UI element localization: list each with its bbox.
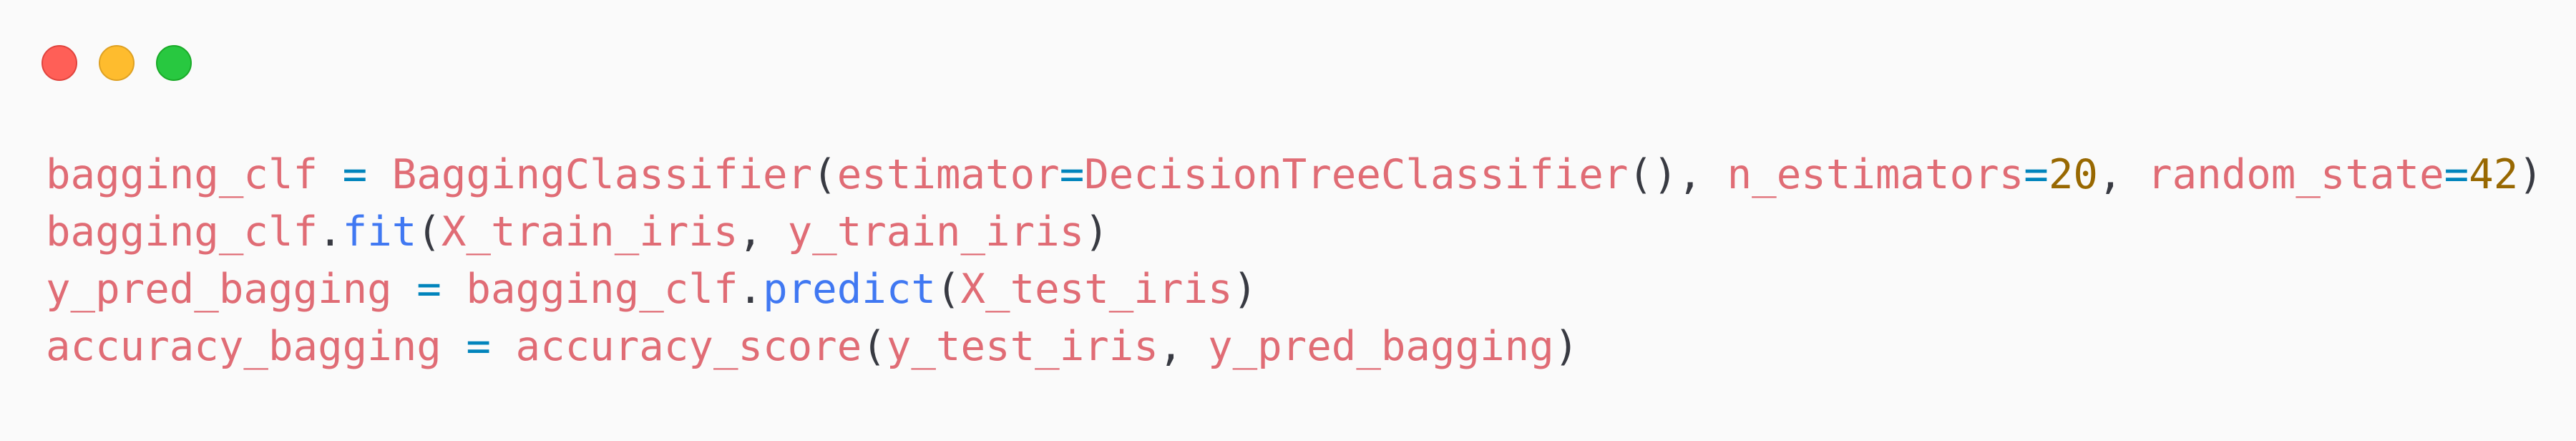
- code-token: fit: [342, 208, 417, 256]
- code-token: =: [2444, 150, 2469, 198]
- code-token: y_test_iris: [886, 322, 1158, 370]
- code-token: y_pred_bagging: [1208, 322, 1554, 370]
- code-token: bagging_clf: [466, 265, 738, 313]
- close-button[interactable]: [42, 45, 77, 81]
- code-token: ,: [1677, 150, 1727, 198]
- code-token: n_estimators: [1727, 150, 2024, 198]
- code-token: ): [1232, 265, 1258, 313]
- code-token: ,: [738, 208, 788, 256]
- minimize-button[interactable]: [99, 45, 135, 81]
- code-token: ,: [1158, 322, 1209, 370]
- code-token: ): [1553, 322, 1579, 370]
- code-token: accuracy_bagging: [46, 322, 441, 370]
- code-line-3: y_pred_bagging = bagging_clf.predict(X_t…: [46, 261, 2543, 318]
- code-token: ): [1084, 208, 1109, 256]
- code-token: =: [2024, 150, 2049, 198]
- code-token: (: [416, 208, 441, 256]
- code-token: bagging_clf: [46, 150, 318, 198]
- code-token: .: [738, 265, 763, 313]
- code-token: predict: [763, 265, 936, 313]
- code-token: X_train_iris: [441, 208, 738, 256]
- code-token: bagging_clf: [46, 208, 318, 256]
- code-token: =: [466, 322, 491, 370]
- code-block: bagging_clf = BaggingClassifier(estimato…: [46, 146, 2543, 375]
- code-token: estimator: [836, 150, 1060, 198]
- code-token: (: [862, 322, 887, 370]
- code-token: ,: [2097, 150, 2148, 198]
- code-token: =: [342, 150, 368, 198]
- code-token: .: [318, 208, 343, 256]
- code-token: random_state: [2147, 150, 2444, 198]
- code-token: y_pred_bagging: [46, 265, 392, 313]
- code-token: 20: [2048, 150, 2098, 198]
- code-token: ): [2518, 150, 2543, 198]
- zoom-button[interactable]: [156, 45, 192, 81]
- code-token: (: [935, 265, 961, 313]
- code-line-1: bagging_clf = BaggingClassifier(estimato…: [46, 146, 2543, 203]
- code-token: (: [812, 150, 837, 198]
- code-token: 42: [2469, 150, 2519, 198]
- code-token: X_test_iris: [960, 265, 1233, 313]
- code-token: =: [416, 265, 441, 313]
- code-line-2: bagging_clf.fit(X_train_iris, y_train_ir…: [46, 203, 2543, 261]
- code-token: (): [1628, 150, 1678, 198]
- code-token: =: [1059, 150, 1085, 198]
- window-titlebar: [42, 44, 192, 82]
- code-line-4: accuracy_bagging = accuracy_score(y_test…: [46, 318, 2543, 375]
- code-token: DecisionTreeClassifier: [1084, 150, 1629, 198]
- code-token: y_train_iris: [787, 208, 1085, 256]
- code-token: accuracy_score: [515, 322, 862, 370]
- code-token: BaggingClassifier: [391, 150, 813, 198]
- code-window: bagging_clf = BaggingClassifier(estimato…: [0, 0, 2576, 441]
